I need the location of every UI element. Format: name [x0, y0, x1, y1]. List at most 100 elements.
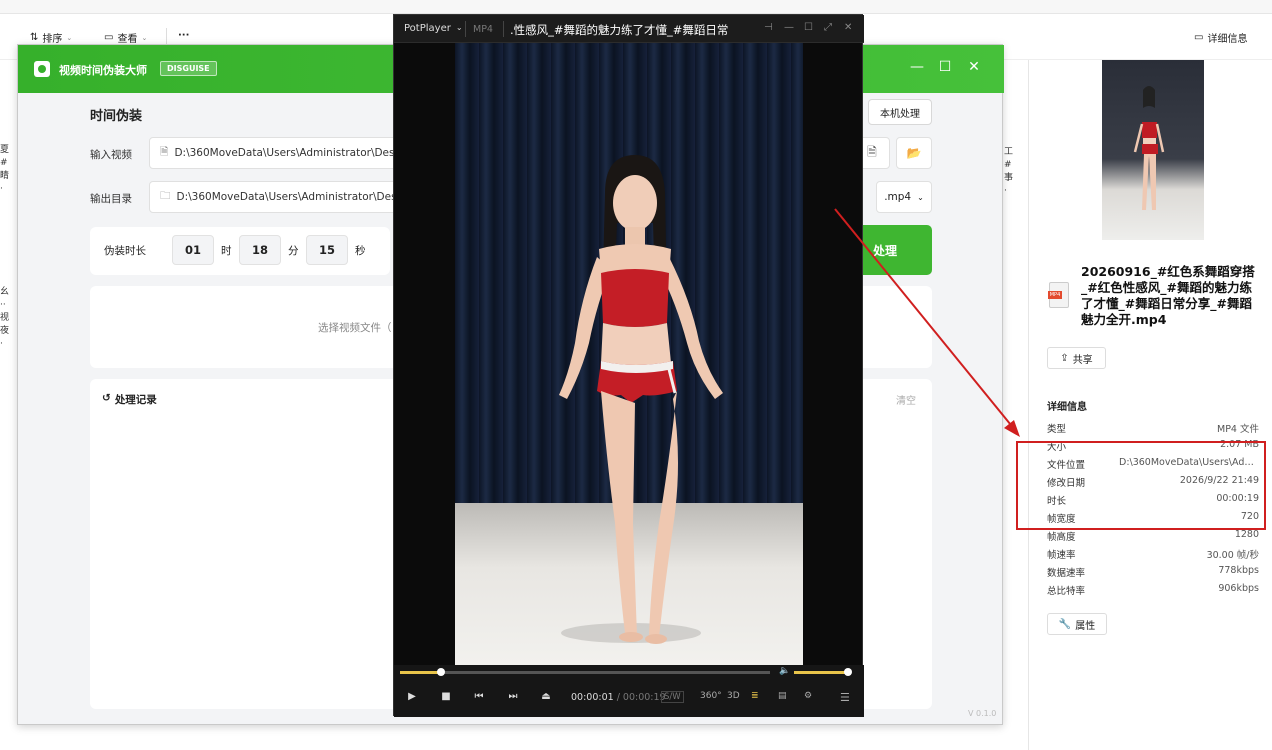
close-icon[interactable]: ✕: [844, 22, 852, 33]
hours-unit: 时: [221, 245, 232, 257]
highlight-box: [1016, 441, 1266, 530]
details-toggle-button[interactable]: ▭ 详细信息: [1194, 30, 1247, 45]
detail-row: 帧速率 30.00 帧/秒: [1047, 550, 1259, 561]
file-icon: 🗎: [160, 146, 169, 158]
details-pane-icon: ▭: [1194, 32, 1204, 43]
file-label-fragment: 幺 ·· 视 夜 ·: [0, 287, 10, 349]
view-label: 查看: [117, 34, 138, 45]
properties-button[interactable]: 🔧 属性: [1047, 613, 1107, 635]
version-label: V 0.1.0: [968, 709, 997, 718]
seconds-unit: 秒: [355, 245, 366, 257]
details-section-title: 详细信息: [1047, 402, 1087, 413]
menu-icon[interactable]: ☰: [840, 691, 850, 704]
view-button[interactable]: ▭ 查看 ⌄: [104, 30, 147, 45]
previous-icon[interactable]: ⏮: [470, 691, 488, 702]
folder-open-icon: 📂: [906, 146, 922, 160]
file-icon: 🗎: [867, 144, 877, 159]
sw-decoder-badge[interactable]: S/W: [661, 691, 684, 703]
minimize-icon[interactable]: —: [784, 22, 794, 33]
player-title-bar[interactable]: PotPlayer ⌄ MP4 .性感风_#舞蹈的魅力练了才懂_#舞蹈日常 ⊣ …: [394, 15, 864, 43]
file-name: 20260916_#红色系舞蹈穿搭_#红色性感风_#舞蹈的魅力练了才懂_#舞蹈日…: [1081, 264, 1255, 327]
duration-label: 伪装时长: [104, 245, 146, 257]
minimize-icon[interactable]: —: [908, 59, 926, 75]
log-title: ↺ 处理记录: [102, 392, 157, 407]
output-dir-field[interactable]: 🗀 D:\360MoveData\Users\Administrator\Des…: [149, 181, 401, 213]
time-display: 00:00:01 / 00:00:19: [571, 692, 666, 703]
maximize-icon[interactable]: ☐: [936, 59, 954, 75]
wrench-icon: 🔧: [1058, 618, 1072, 630]
hours-input[interactable]: 01: [172, 235, 214, 265]
output-dir-label: 输出目录: [90, 193, 132, 205]
properties-label: 属性: [1075, 620, 1096, 632]
volume-handle[interactable]: [844, 668, 852, 676]
player-menu-button[interactable]: PotPlayer ⌄: [404, 23, 463, 34]
player-file-title: .性感风_#舞蹈的魅力练了才懂_#舞蹈日常: [510, 23, 729, 37]
maximize-icon[interactable]: ☐: [804, 22, 813, 33]
3d-button[interactable]: 3D: [727, 691, 740, 701]
file-list-left-edge: 夏 # 睛 · 幺 ·· 视 夜 ·: [0, 60, 16, 750]
input-video-field[interactable]: 🗎 D:\360MoveData\Users\Administrator\Des…: [149, 137, 401, 169]
view-icon: ▭: [104, 32, 114, 43]
app-name: 视频时间伪装大师: [59, 64, 147, 77]
share-icon: ⇪: [1060, 352, 1069, 364]
thumbnail-figure: [1133, 86, 1165, 210]
player-brand: PotPlayer: [404, 23, 451, 34]
stop-icon[interactable]: ■: [437, 691, 455, 702]
duration-panel: 伪装时长 01 时 18 分 15 秒: [90, 227, 390, 275]
video-thumbnail: [1102, 60, 1204, 240]
detail-row: 总比特率 906kbps: [1047, 583, 1259, 597]
app-logo-icon: [34, 61, 50, 77]
chapter-icon[interactable]: ▤: [778, 691, 787, 701]
file-ext-label: MP4: [1048, 291, 1062, 299]
seek-handle[interactable]: [436, 668, 445, 676]
minutes-input[interactable]: 18: [239, 235, 281, 265]
pin-icon[interactable]: ⊣: [764, 22, 773, 33]
input-video-label: 输入视频: [90, 149, 132, 161]
sort-label: 排序: [42, 34, 63, 45]
share-label: 共享: [1072, 354, 1093, 366]
seek-bar[interactable]: [400, 668, 770, 676]
play-icon[interactable]: ▶: [403, 691, 421, 702]
fullscreen-icon[interactable]: ⤢: [824, 22, 832, 33]
input-video-path: D:\360MoveData\Users\Administrator\Deskt…: [174, 147, 401, 159]
sort-button[interactable]: ⇅ 排序 ⌄: [30, 30, 72, 45]
gear-icon[interactable]: ⚙: [804, 691, 812, 701]
extension-value: .mp4: [884, 191, 912, 203]
detail-row: 帧高度 1280: [1047, 529, 1259, 543]
eject-icon[interactable]: ⏏: [537, 691, 555, 702]
sort-icon: ⇅: [30, 32, 39, 43]
extension-select[interactable]: .mp4 ⌄: [876, 181, 932, 213]
chevron-down-icon: ⌄: [917, 192, 924, 202]
clear-log-button[interactable]: 清空: [896, 392, 916, 407]
more-button[interactable]: ···: [178, 30, 189, 41]
player-format: MP4: [473, 24, 493, 35]
volume-slider[interactable]: [794, 668, 852, 676]
title-divider: [465, 21, 466, 37]
explorer-top-strip: [0, 0, 1272, 14]
share-button[interactable]: ⇪ 共享: [1047, 347, 1106, 369]
current-time: 00:00:01: [571, 692, 614, 703]
title-divider: [503, 21, 504, 37]
volume-icon[interactable]: 🔈: [779, 666, 790, 676]
chevron-down-icon: ⌄: [141, 33, 148, 42]
vr-360-button[interactable]: 360°: [700, 691, 722, 701]
playlist-search-icon[interactable]: ≣: [751, 691, 759, 701]
file-label-fragment: 工 # 事 ·: [1004, 147, 1014, 196]
detail-row: 类型 MP4 文件: [1047, 424, 1259, 435]
seek-progress: [400, 671, 441, 674]
mp4-file-icon: MP4: [1048, 282, 1069, 308]
detail-row: 数据速率 778kbps: [1047, 565, 1259, 579]
open-folder-button[interactable]: 📂: [896, 137, 932, 169]
details-pane: MP4 20260916_#红色系舞蹈穿搭_#红色性感风_#舞蹈的魅力练了才懂_…: [1028, 60, 1272, 750]
seconds-input[interactable]: 15: [306, 235, 348, 265]
log-title-label: 处理记录: [114, 394, 157, 406]
close-icon[interactable]: ✕: [965, 59, 983, 75]
video-frame[interactable]: [455, 43, 803, 665]
more-label: ···: [178, 30, 190, 41]
folder-icon: 🗀: [160, 190, 171, 202]
minutes-unit: 分: [288, 245, 299, 257]
local-process-button[interactable]: 本机处理: [868, 99, 932, 125]
section-title: 时间伪装: [90, 109, 143, 124]
disguise-badge: DISGUISE: [160, 61, 217, 76]
next-icon[interactable]: ⏭: [504, 691, 522, 702]
